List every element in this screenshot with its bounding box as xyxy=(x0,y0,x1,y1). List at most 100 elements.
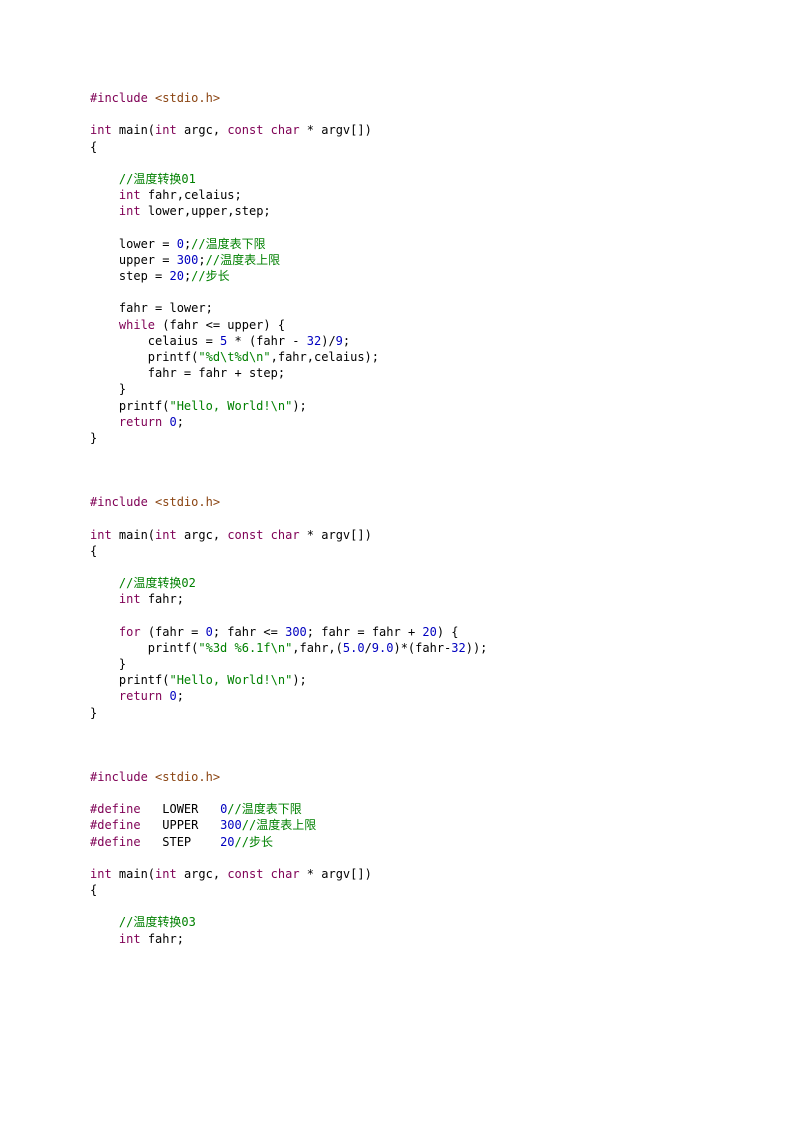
token-op: fahr; xyxy=(141,932,184,946)
token-op xyxy=(90,188,119,202)
token-inc: <stdio.h> xyxy=(155,91,220,105)
code-line: celaius = 5 * (fahr - 32)/9; xyxy=(90,334,350,348)
code-line: printf("Hello, World!\n"); xyxy=(90,673,307,687)
token-kw: return xyxy=(119,689,162,703)
token-op xyxy=(148,495,155,509)
token-num: 0 xyxy=(170,689,177,703)
token-num: 5.0 xyxy=(343,641,365,655)
token-op: fahr = fahr + step; xyxy=(90,366,285,380)
code-line: printf("%3d %6.1f\n",fahr,(5.0/9.0)*(fah… xyxy=(90,641,487,655)
token-inc: <stdio.h> xyxy=(155,495,220,509)
token-op: } xyxy=(90,657,126,671)
token-op: printf( xyxy=(90,399,169,413)
token-num: 300 xyxy=(220,818,242,832)
token-op: printf( xyxy=(90,641,198,655)
token-op xyxy=(90,689,119,703)
token-pp: #include xyxy=(90,91,148,105)
code-line: lower = 0;//温度表下限 xyxy=(90,237,266,251)
code-line: //温度转换02 xyxy=(90,576,196,590)
token-cm: //温度表下限 xyxy=(191,237,265,251)
token-pp: #define xyxy=(90,818,141,832)
code-line: #define LOWER 0//温度表下限 xyxy=(90,802,302,816)
token-op: ; xyxy=(177,689,184,703)
token-op: printf( xyxy=(90,350,198,364)
token-num: 32 xyxy=(307,334,321,348)
document-page: #include <stdio.h> int main(int argc, co… xyxy=(0,0,792,1121)
code-line: #include <stdio.h> xyxy=(90,770,220,784)
token-op: * (fahr - xyxy=(227,334,306,348)
token-kw: for xyxy=(119,625,141,639)
code-line: //温度转换03 xyxy=(90,915,196,929)
token-op: )*(fahr- xyxy=(393,641,451,655)
token-op: (fahr = xyxy=(141,625,206,639)
token-op: { xyxy=(90,883,97,897)
token-op: LOWER xyxy=(141,802,220,816)
code-line: return 0; xyxy=(90,689,184,703)
token-op xyxy=(263,867,270,881)
code-line: #define UPPER 300//温度表上限 xyxy=(90,818,316,832)
token-kw: int xyxy=(155,123,177,137)
token-num: 9.0 xyxy=(372,641,394,655)
token-op xyxy=(148,91,155,105)
token-kw: int xyxy=(155,867,177,881)
token-op: ); xyxy=(292,673,306,687)
token-num: 0 xyxy=(177,237,184,251)
token-kw: int xyxy=(119,204,141,218)
token-op: lower,upper,step; xyxy=(141,204,271,218)
code-block-2: #include <stdio.h> int main(int argc, co… xyxy=(90,494,792,721)
token-op: { xyxy=(90,140,97,154)
token-op: ; fahr <= xyxy=(213,625,285,639)
token-kw: while xyxy=(119,318,155,332)
token-cm: //步长 xyxy=(235,835,273,849)
token-op: ; xyxy=(343,334,350,348)
token-op: main( xyxy=(112,867,155,881)
token-kw: const xyxy=(227,528,263,542)
token-kw: int xyxy=(119,932,141,946)
token-op: (fahr <= upper) { xyxy=(155,318,285,332)
token-strg: "Hello, World!\n" xyxy=(169,673,292,687)
token-op: ; xyxy=(177,415,184,429)
token-num: 9 xyxy=(336,334,343,348)
token-op: { xyxy=(90,544,97,558)
code-block-3: #include <stdio.h> #define LOWER 0//温度表下… xyxy=(90,769,792,947)
code-line: } xyxy=(90,706,97,720)
token-op xyxy=(148,770,155,784)
token-op: main( xyxy=(112,123,155,137)
token-kw: int xyxy=(90,123,112,137)
token-num: 0 xyxy=(206,625,213,639)
code-line: int fahr; xyxy=(90,932,184,946)
token-kw: char xyxy=(271,867,300,881)
code-line: printf("Hello, World!\n"); xyxy=(90,399,307,413)
token-cm: //温度转换02 xyxy=(119,576,196,590)
token-kw: int xyxy=(119,188,141,202)
code-line: while (fahr <= upper) { xyxy=(90,318,285,332)
token-kw: int xyxy=(155,528,177,542)
token-num: 20 xyxy=(422,625,436,639)
code-line: int main(int argc, const char * argv[]) xyxy=(90,123,372,137)
token-cm: //步长 xyxy=(191,269,229,283)
token-op xyxy=(263,528,270,542)
code-block-1: #include <stdio.h> int main(int argc, co… xyxy=(90,90,792,446)
token-pp: #define xyxy=(90,802,141,816)
token-op: ,fahr,celaius); xyxy=(271,350,379,364)
token-op: step = xyxy=(90,269,169,283)
token-op: } xyxy=(90,382,126,396)
token-pp: #include xyxy=(90,770,148,784)
token-op: UPPER xyxy=(141,818,220,832)
code-line: int main(int argc, const char * argv[]) xyxy=(90,867,372,881)
token-op: fahr,celaius; xyxy=(141,188,242,202)
code-line: int fahr; xyxy=(90,592,184,606)
token-op xyxy=(162,415,169,429)
code-line: #define STEP 20//步长 xyxy=(90,835,273,849)
code-line: int fahr,celaius; xyxy=(90,188,242,202)
token-op: * argv[]) xyxy=(300,867,372,881)
token-op: STEP xyxy=(141,835,220,849)
token-op: upper = xyxy=(90,253,177,267)
token-kw: int xyxy=(90,867,112,881)
code-line: { xyxy=(90,883,97,897)
token-kw: const xyxy=(227,867,263,881)
token-kw: int xyxy=(90,528,112,542)
token-op: ; fahr = fahr + xyxy=(307,625,423,639)
code-line: upper = 300;//温度表上限 xyxy=(90,253,280,267)
code-line: fahr = fahr + step; xyxy=(90,366,285,380)
